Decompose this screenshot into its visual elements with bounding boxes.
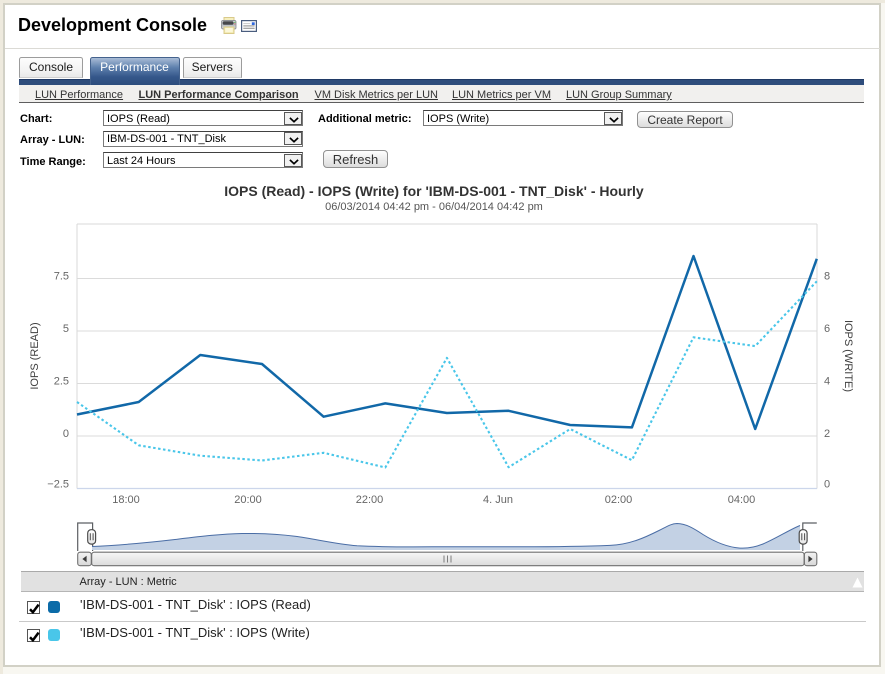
svg-text:8: 8 xyxy=(824,271,830,283)
svg-text:2: 2 xyxy=(824,428,830,440)
svg-text:18:00: 18:00 xyxy=(112,494,140,506)
svg-text:22:00: 22:00 xyxy=(356,494,384,506)
svg-text:6: 6 xyxy=(824,323,830,335)
svg-text:0: 0 xyxy=(824,479,830,491)
svg-text:4: 4 xyxy=(824,376,830,388)
svg-text:IOPS (READ): IOPS (READ) xyxy=(29,322,41,389)
svg-text:04:00: 04:00 xyxy=(728,494,756,506)
svg-text:06/03/2014 04:42 pm - 06/04/20: 06/03/2014 04:42 pm - 06/04/2014 04:42 p… xyxy=(325,201,543,213)
svg-text:IOPS (WRITE): IOPS (WRITE) xyxy=(842,320,854,392)
svg-text:0: 0 xyxy=(63,428,69,440)
svg-text:20:00: 20:00 xyxy=(234,494,262,506)
svg-text:02:00: 02:00 xyxy=(605,494,633,506)
svg-text:IOPS (Read) - IOPS (Write) for: IOPS (Read) - IOPS (Write) for 'IBM-DS-0… xyxy=(224,183,644,199)
svg-text:7.5: 7.5 xyxy=(54,271,69,283)
svg-text:4. Jun: 4. Jun xyxy=(483,494,513,506)
svg-text:−2.5: −2.5 xyxy=(47,479,69,491)
svg-text:5: 5 xyxy=(63,323,69,335)
svg-text:2.5: 2.5 xyxy=(54,376,69,388)
